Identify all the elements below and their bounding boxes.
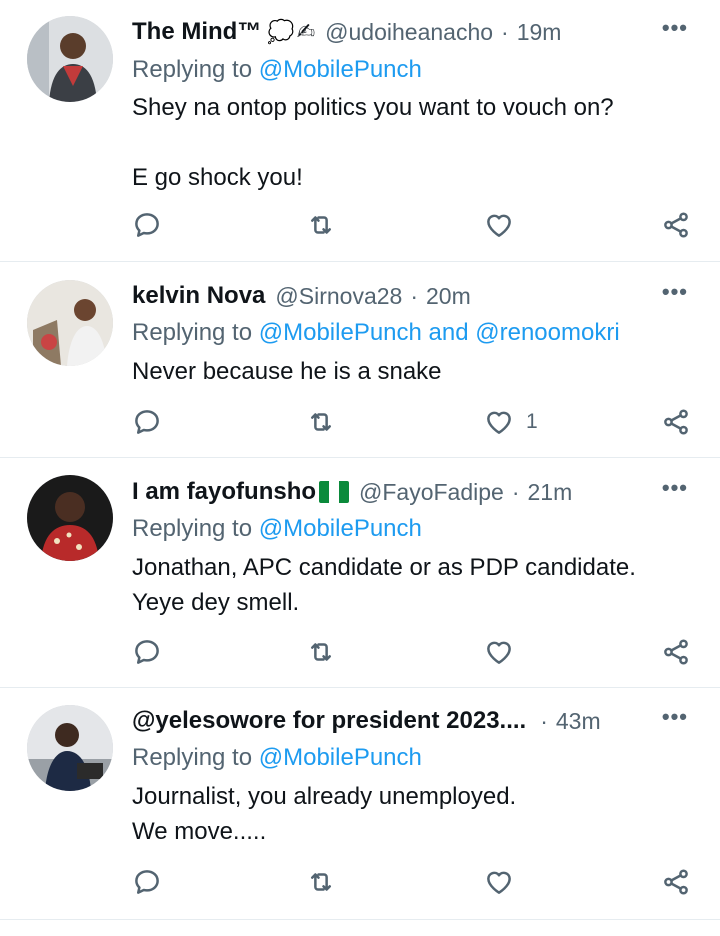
display-name[interactable]: The Mind™ bbox=[132, 18, 261, 46]
like-icon bbox=[484, 867, 514, 897]
display-name[interactable]: @yelesowore for president 2023.... bbox=[132, 707, 526, 735]
action-bar bbox=[132, 208, 692, 242]
display-name[interactable]: kelvin Nova bbox=[132, 282, 265, 310]
separator-dot: · bbox=[410, 282, 418, 309]
separator-dot: · bbox=[501, 18, 509, 45]
action-bar bbox=[132, 635, 692, 669]
reply-mention-link[interactable]: @MobilePunch bbox=[259, 56, 422, 83]
retweet-icon bbox=[306, 867, 336, 897]
reply-prefix: Replying to bbox=[132, 515, 253, 542]
tweet-text: Jonathan, APC candidate or as PDP candid… bbox=[132, 554, 636, 616]
tweet-card[interactable]: kelvin Nova @Sirnova28 · 20m ••• Replyin… bbox=[0, 262, 720, 458]
more-options-icon[interactable]: ••• bbox=[662, 279, 688, 305]
reply-icon bbox=[132, 210, 162, 240]
timestamp[interactable]: 43m bbox=[556, 708, 601, 735]
share-button[interactable] bbox=[661, 635, 691, 669]
like-icon bbox=[484, 407, 514, 437]
reply-button[interactable] bbox=[132, 405, 162, 439]
more-options-icon[interactable]: ••• bbox=[662, 704, 688, 730]
replying-to: Replying to @MobilePunch bbox=[132, 56, 422, 84]
avatar[interactable] bbox=[27, 16, 113, 102]
retweet-button[interactable] bbox=[306, 405, 336, 439]
share-button[interactable] bbox=[661, 405, 691, 439]
user-handle[interactable]: @FayoFadipe bbox=[359, 479, 504, 506]
reply-mention-link[interactable]: @MobilePunch bbox=[259, 744, 422, 771]
reply-prefix: Replying to bbox=[132, 744, 253, 771]
retweet-icon bbox=[306, 407, 336, 437]
like-button[interactable]: 1 bbox=[484, 405, 538, 439]
reply-icon bbox=[132, 407, 162, 437]
share-icon bbox=[661, 210, 691, 240]
separator-dot: · bbox=[511, 478, 520, 505]
retweet-button[interactable] bbox=[306, 208, 336, 242]
user-handle[interactable]: @Sirnova28 bbox=[275, 283, 402, 310]
reply-prefix: Replying to bbox=[132, 319, 253, 346]
separator-dot: · bbox=[540, 707, 548, 734]
reply-prefix: Replying to bbox=[132, 56, 253, 83]
tweet-text: Never because he is a snake bbox=[132, 358, 442, 385]
reply-mention-link[interactable]: @MobilePunch bbox=[259, 515, 422, 542]
tweet-header: I am fayofunsho @FayoFadipe · 21m ••• bbox=[132, 475, 696, 509]
action-bar: 1 bbox=[132, 405, 692, 439]
like-icon bbox=[484, 210, 514, 240]
share-icon bbox=[661, 867, 691, 897]
display-name[interactable]: I am fayofunsho bbox=[132, 478, 316, 506]
share-button[interactable] bbox=[661, 865, 691, 899]
reply-button[interactable] bbox=[132, 208, 162, 242]
replying-to: Replying to @MobilePunch bbox=[132, 744, 422, 772]
writing-hand-emoji: ✍ bbox=[296, 19, 316, 44]
tweet-header: @yelesowore for president 2023.... · 43m… bbox=[132, 704, 696, 738]
timestamp[interactable]: 20m bbox=[426, 283, 471, 310]
tweet-header: The Mind™ 💭 ✍ @udoiheanacho · 19m ••• bbox=[132, 15, 696, 49]
reply-icon bbox=[132, 637, 162, 667]
reply-button[interactable] bbox=[132, 865, 162, 899]
reply-icon bbox=[132, 867, 162, 897]
share-button[interactable] bbox=[661, 208, 691, 242]
retweet-icon bbox=[306, 210, 336, 240]
share-icon bbox=[661, 407, 691, 437]
reply-button[interactable] bbox=[132, 635, 162, 669]
action-bar bbox=[132, 865, 692, 899]
like-count: 1 bbox=[526, 410, 538, 433]
nigeria-flag-emoji bbox=[319, 481, 350, 503]
tweet-card[interactable]: @yelesowore for president 2023.... · 43m… bbox=[0, 688, 720, 920]
retweet-button[interactable] bbox=[306, 865, 336, 899]
like-button[interactable] bbox=[484, 865, 526, 899]
replying-to: Replying to @MobilePunch and @renoomokri bbox=[132, 319, 620, 347]
like-icon bbox=[484, 637, 514, 667]
tweet-header: kelvin Nova @Sirnova28 · 20m ••• bbox=[132, 279, 696, 313]
tweet-card[interactable]: I am fayofunsho @FayoFadipe · 21m ••• Re… bbox=[0, 458, 720, 688]
tweet-text: Journalist, you already unemployed. We m… bbox=[132, 783, 517, 845]
user-handle[interactable]: @udoiheanacho bbox=[325, 19, 493, 46]
avatar[interactable] bbox=[27, 705, 113, 791]
like-button[interactable] bbox=[484, 208, 526, 242]
avatar[interactable] bbox=[27, 280, 113, 366]
tweet-text: Shey na ontop politics you want to vouch… bbox=[132, 94, 614, 191]
retweet-button[interactable] bbox=[306, 635, 336, 669]
more-options-icon[interactable]: ••• bbox=[662, 15, 688, 41]
more-options-icon[interactable]: ••• bbox=[662, 475, 688, 501]
avatar[interactable] bbox=[27, 475, 113, 561]
thought-balloon-emoji: 💭 bbox=[267, 19, 295, 44]
reply-mention-link[interactable]: @MobilePunch and @renoomokri bbox=[259, 319, 620, 346]
timestamp[interactable]: 19m bbox=[517, 19, 562, 46]
replying-to: Replying to @MobilePunch bbox=[132, 515, 422, 543]
timestamp[interactable]: 21m bbox=[528, 479, 573, 506]
share-icon bbox=[661, 637, 691, 667]
tweet-card[interactable]: The Mind™ 💭 ✍ @udoiheanacho · 19m ••• Re… bbox=[0, 0, 720, 262]
retweet-icon bbox=[306, 637, 336, 667]
like-button[interactable] bbox=[484, 635, 526, 669]
